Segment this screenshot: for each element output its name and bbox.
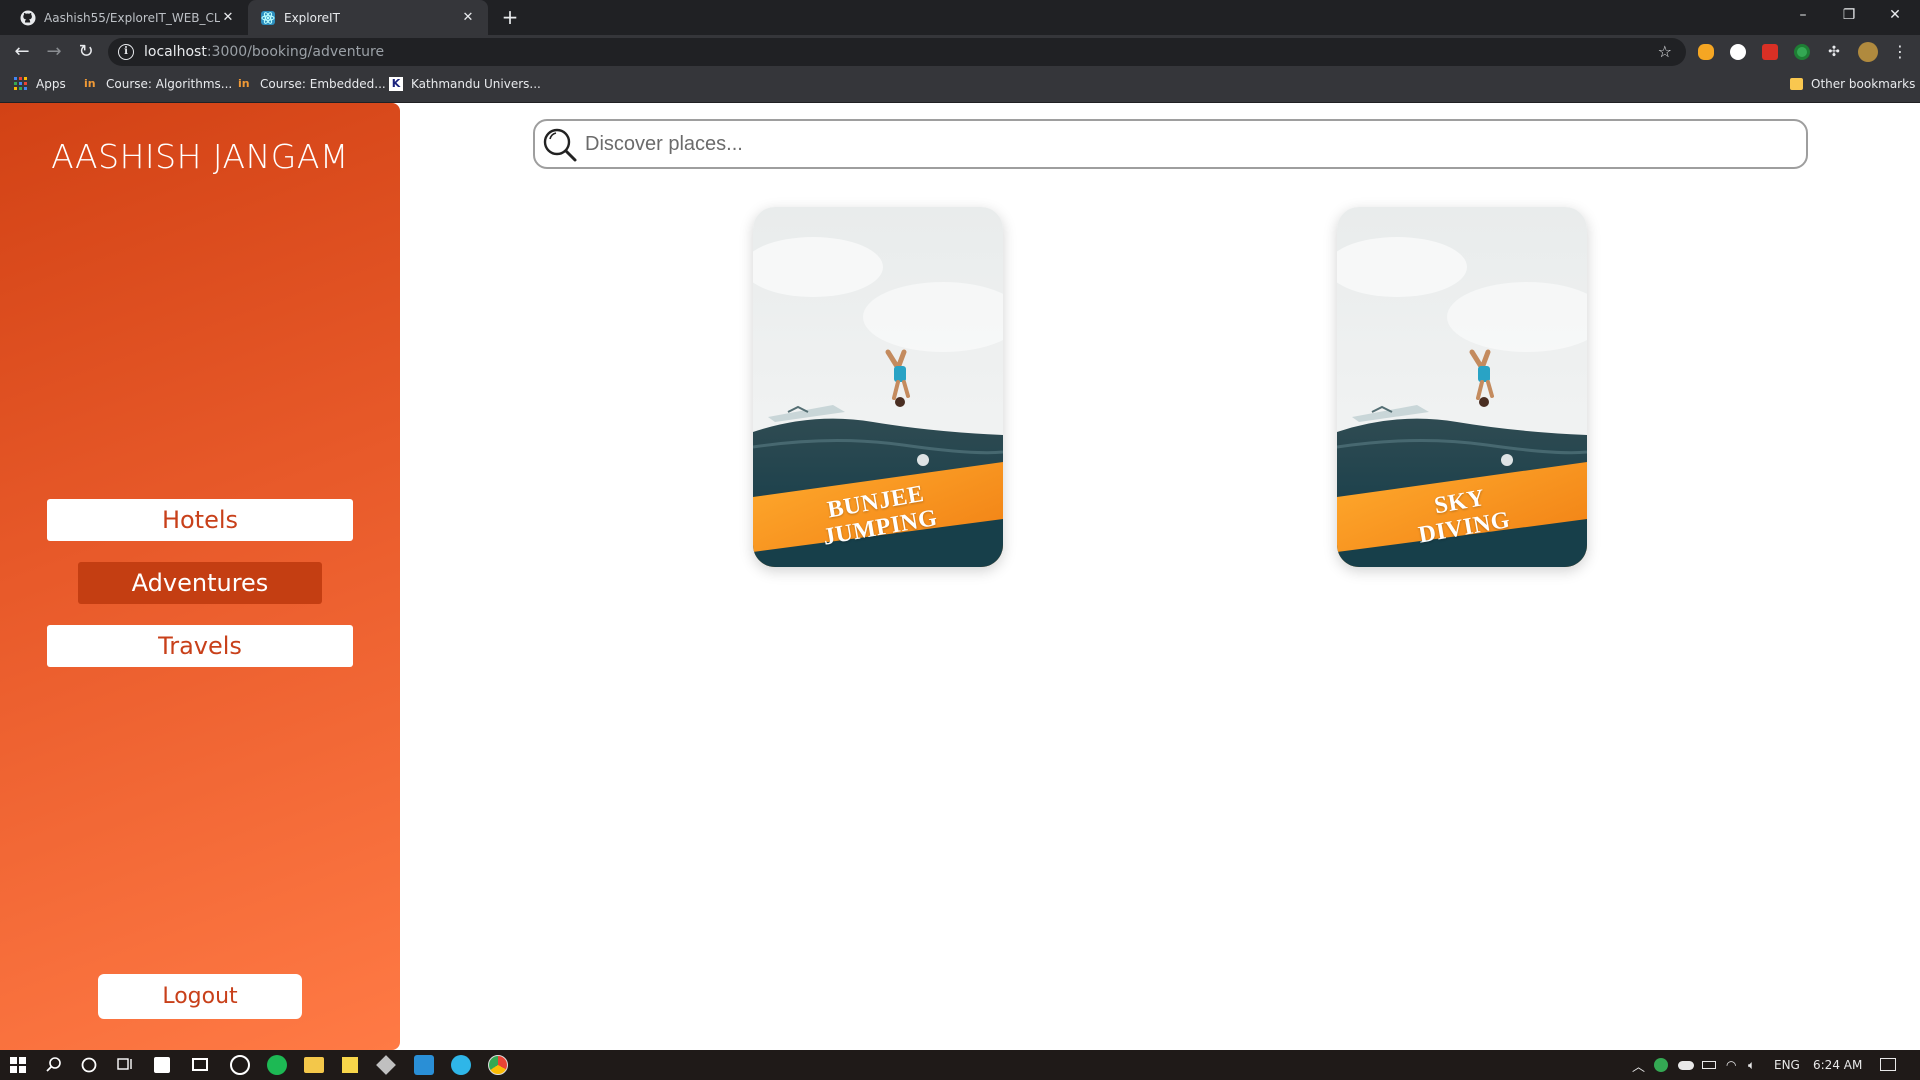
avatar[interactable] xyxy=(1858,42,1878,62)
windows-taskbar: ︿ ◠ 🔈︎ ENG 6:24 AM xyxy=(0,1050,1920,1080)
sidebar-item-hotels[interactable]: Hotels xyxy=(47,499,353,541)
site-info-icon[interactable]: i xyxy=(118,44,134,60)
bookmark-course-embedded[interactable]: in Course: Embedded... xyxy=(238,77,386,91)
vscode-icon[interactable] xyxy=(414,1055,434,1075)
url-host: localhost xyxy=(144,44,207,60)
browser-toolbar: ← → ↻ i localhost:3000/booking/adventure… xyxy=(0,35,1920,69)
forward-arrow-icon[interactable]: → xyxy=(42,40,66,64)
mail-icon[interactable] xyxy=(192,1058,208,1071)
ku-icon: K xyxy=(389,77,403,91)
xbox-icon[interactable] xyxy=(230,1055,250,1075)
close-window-icon[interactable]: ✕ xyxy=(1872,0,1918,30)
battery-icon[interactable] xyxy=(1702,1061,1716,1069)
search-icon[interactable] xyxy=(44,1055,64,1075)
bookmark-label: Course: Algorithms... xyxy=(106,77,233,91)
restore-icon[interactable]: ❐ xyxy=(1826,0,1872,30)
bookmark-label: Apps xyxy=(36,77,66,91)
new-tab-button[interactable]: + xyxy=(498,6,522,30)
wifi-icon[interactable]: ◠ xyxy=(1726,1058,1736,1072)
tab-title: ExploreIT xyxy=(284,10,340,25)
address-bar[interactable]: i localhost:3000/booking/adventure ☆ xyxy=(108,38,1686,66)
chrome-icon[interactable] xyxy=(488,1055,508,1075)
onedrive-icon[interactable] xyxy=(1678,1061,1694,1070)
bookmarks-bar: Apps in Course: Algorithms... in Course:… xyxy=(0,69,1920,103)
tray-chevron-icon[interactable]: ︿ xyxy=(1632,1056,1645,1075)
volume-icon[interactable]: 🔈︎ xyxy=(1748,1058,1755,1073)
spotify-icon[interactable] xyxy=(267,1055,287,1075)
github-icon xyxy=(20,10,36,25)
adventure-card-sky-diving[interactable]: SKY DIVING xyxy=(1337,207,1587,567)
git-icon[interactable] xyxy=(376,1055,396,1075)
bookmark-star-icon[interactable]: ☆ xyxy=(1658,42,1672,61)
reload-icon[interactable]: ↻ xyxy=(74,40,98,64)
browser-tab-strip: Aashish55/ExploreIT_WEB_CLIEN ✕ ExploreI… xyxy=(0,0,1920,35)
cortana-icon[interactable] xyxy=(79,1055,99,1075)
extension-icon[interactable] xyxy=(1698,44,1714,60)
apps-grid-icon xyxy=(14,77,27,90)
clock[interactable]: 6:24 AM xyxy=(1813,1058,1862,1072)
bookmark-other[interactable]: Other bookmarks xyxy=(1790,77,1915,91)
close-tab-icon[interactable]: ✕ xyxy=(460,10,476,26)
course-icon: in xyxy=(84,77,96,90)
sidebar-item-travels[interactable]: Travels xyxy=(47,625,353,667)
edge-icon[interactable] xyxy=(451,1055,471,1075)
extension-icon[interactable] xyxy=(1762,44,1778,60)
tab-exploreit[interactable]: ExploreIT ✕ xyxy=(248,0,488,35)
menu-kebab-icon[interactable]: ⋮ xyxy=(1892,44,1908,60)
bookmark-apps[interactable]: Apps xyxy=(14,77,66,91)
tab-title: Aashish55/ExploreIT_WEB_CLIEN xyxy=(44,10,220,25)
react-icon xyxy=(261,10,275,25)
bookmark-label: Course: Embedded... xyxy=(260,77,386,91)
logout-button[interactable]: Logout xyxy=(98,974,302,1019)
tab-github[interactable]: Aashish55/ExploreIT_WEB_CLIEN ✕ xyxy=(8,0,248,35)
bookmark-kathmandu-university[interactable]: K Kathmandu Univers... xyxy=(389,77,541,91)
search-bar[interactable] xyxy=(533,119,1808,169)
store-icon[interactable] xyxy=(154,1057,170,1073)
tray-app-icon[interactable] xyxy=(1654,1058,1668,1072)
language-indicator[interactable]: ENG xyxy=(1774,1058,1800,1072)
close-tab-icon[interactable]: ✕ xyxy=(220,10,236,26)
notification-icon[interactable] xyxy=(1880,1058,1896,1071)
sidebar-item-adventures[interactable]: Adventures xyxy=(78,562,322,604)
file-explorer-icon[interactable] xyxy=(304,1057,324,1073)
windows-start-icon[interactable] xyxy=(8,1055,28,1075)
search-input[interactable] xyxy=(579,124,1806,164)
extension-icon[interactable] xyxy=(1730,44,1746,60)
user-name: AASHISH JANGAM xyxy=(51,137,349,176)
back-arrow-icon[interactable]: ← xyxy=(10,40,34,64)
puzzle-extensions-icon[interactable]: ✣ xyxy=(1826,44,1842,60)
bookmark-course-algorithms[interactable]: in Course: Algorithms... xyxy=(84,77,232,91)
url-path: :3000/booking/adventure xyxy=(206,44,385,60)
extension-icon[interactable] xyxy=(1794,44,1810,60)
task-view-icon[interactable] xyxy=(115,1055,135,1075)
adventure-card-bunjee-jumping[interactable]: BUNJEE JUMPING xyxy=(753,207,1003,567)
app-viewport: AASHISH JANGAM Hotels Adventures Travels… xyxy=(0,103,1920,1050)
bookmark-label: Other bookmarks xyxy=(1811,77,1916,91)
search-icon xyxy=(543,128,577,162)
sidebar: AASHISH JANGAM Hotels Adventures Travels… xyxy=(0,103,400,1050)
course-icon: in xyxy=(238,77,250,90)
sticky-notes-icon[interactable] xyxy=(342,1057,358,1073)
bookmark-label: Kathmandu Univers... xyxy=(411,77,541,91)
minimize-icon[interactable]: – xyxy=(1780,0,1826,30)
folder-icon xyxy=(1790,78,1803,90)
